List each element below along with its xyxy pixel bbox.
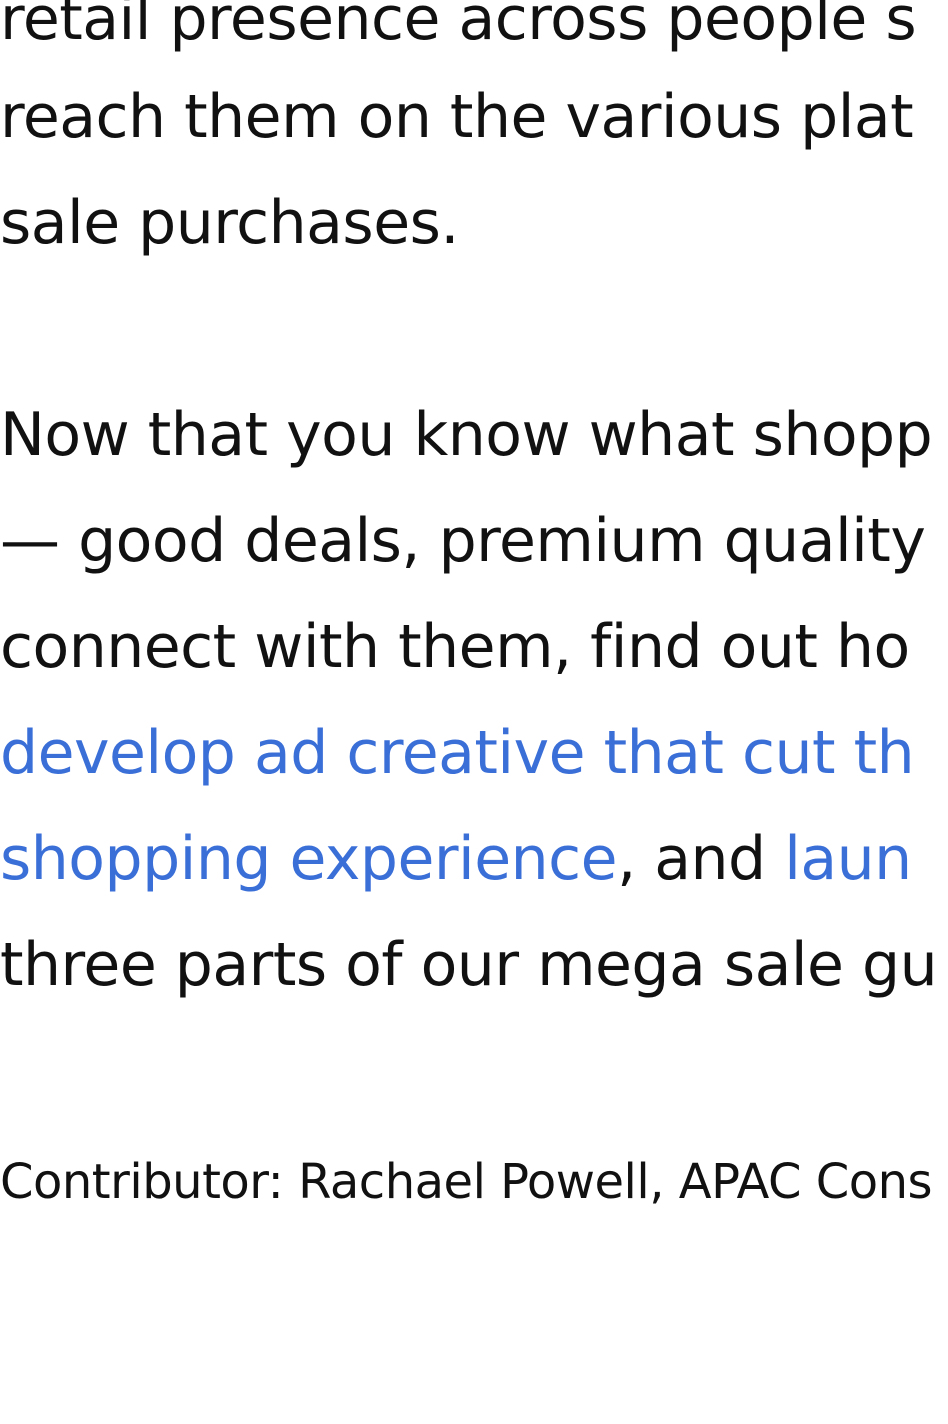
paragraph-1-line-2: reach them on the various plat — [0, 82, 914, 152]
article-page: retail presence across people s reach th… — [0, 0, 948, 1424]
paragraph-2-line-6: three parts of our mega sale gu — [0, 930, 938, 1000]
paragraph-2-line-1: Now that you know what shopp — [0, 400, 933, 470]
paragraph-2-line-5: shopping experience, and laun — [0, 806, 912, 912]
paragraph-1-line-1: retail presence across people s — [0, 0, 917, 54]
contributor-credit: Contributor: Rachael Powell, APAC Cons — [0, 1154, 933, 1210]
ad-creative-link[interactable]: develop ad creative that cut th — [0, 700, 915, 806]
paragraph-2-line-3: connect with them, find out ho — [0, 612, 910, 682]
line-5-connector-text: , and — [617, 824, 785, 894]
paragraph-1-line-3: sale purchases. — [0, 188, 459, 258]
shopping-experience-link[interactable]: shopping experience — [0, 824, 618, 894]
launch-link[interactable]: laun — [784, 824, 912, 894]
paragraph-2-line-2: — good deals, premium quality — [0, 506, 926, 576]
